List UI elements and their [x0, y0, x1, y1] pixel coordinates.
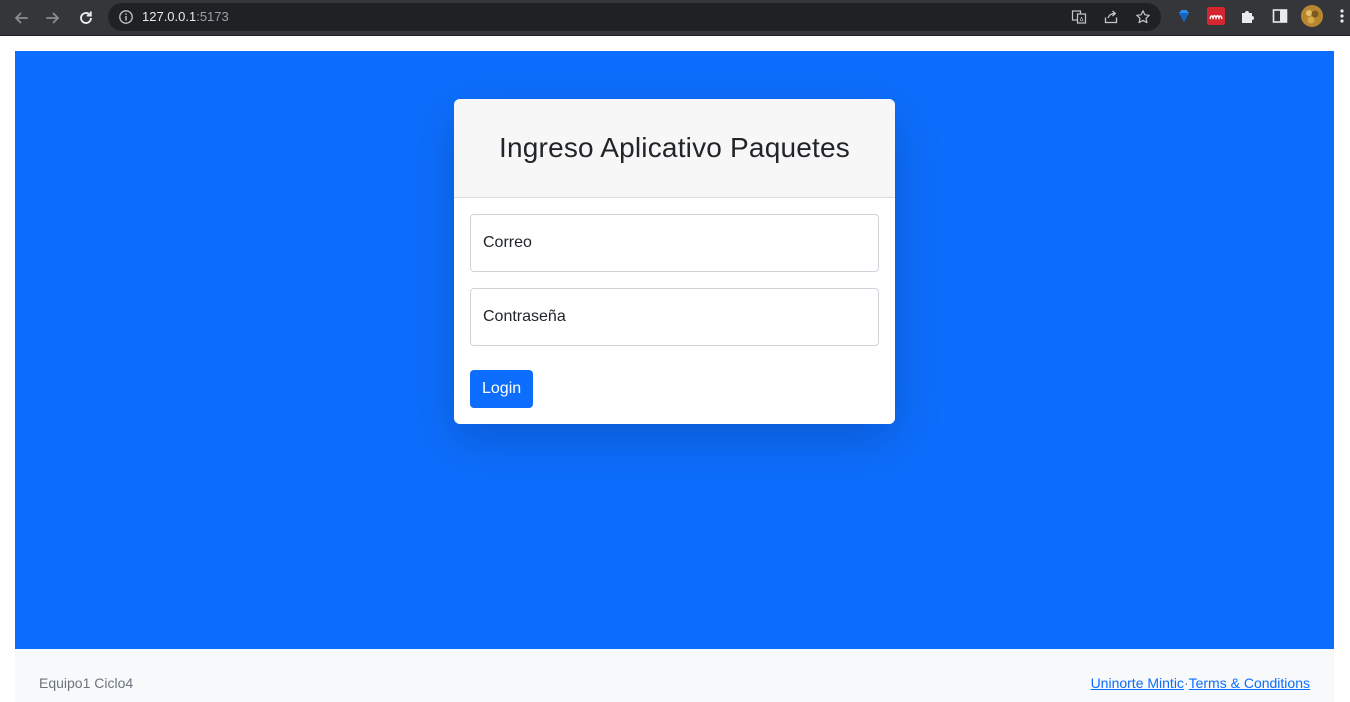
info-icon[interactable]	[118, 9, 134, 25]
page-viewport: Ingreso Aplicativo Paquetes Login Equipo…	[0, 36, 1350, 702]
card-body: Login	[454, 198, 895, 424]
kebab-menu-icon[interactable]	[1334, 6, 1350, 26]
forward-arrow-icon[interactable]	[41, 6, 65, 30]
gem-extension-icon[interactable]	[1174, 6, 1194, 26]
password-field[interactable]	[470, 288, 879, 346]
hero-section: Ingreso Aplicativo Paquetes Login	[15, 51, 1334, 649]
uninorte-mintic-link[interactable]: Uninorte Mintic	[1091, 675, 1184, 691]
side-panel-icon[interactable]	[1270, 6, 1290, 26]
footer: Equipo1 Ciclo4 Uninorte Mintic·Terms & C…	[15, 649, 1334, 702]
login-button[interactable]: Login	[470, 370, 534, 408]
login-card: Ingreso Aplicativo Paquetes Login	[454, 99, 895, 424]
share-icon[interactable]	[1102, 8, 1120, 26]
browser-toolbar: 127.0.0.1:5173 A	[0, 0, 1350, 36]
reload-icon[interactable]	[74, 6, 98, 30]
url-host: 127.0.0.1	[142, 9, 197, 24]
card-header: Ingreso Aplicativo Paquetes	[454, 99, 895, 198]
email-field[interactable]	[470, 214, 879, 272]
translate-icon[interactable]: A	[1070, 8, 1088, 26]
mendeley-extension-icon[interactable]	[1206, 6, 1226, 26]
card-title: Ingreso Aplicativo Paquetes	[499, 132, 850, 163]
star-icon[interactable]	[1134, 8, 1152, 26]
footer-links: Uninorte Mintic·Terms & Conditions	[1091, 675, 1310, 691]
url-text: 127.0.0.1:5173	[142, 9, 229, 25]
puzzle-icon[interactable]	[1238, 6, 1258, 26]
profile-avatar[interactable]	[1301, 5, 1323, 27]
url-port: :5173	[196, 9, 229, 24]
terms-link[interactable]: Terms & Conditions	[1189, 675, 1310, 691]
address-bar[interactable]: 127.0.0.1:5173 A	[108, 3, 1161, 31]
back-arrow-icon[interactable]	[9, 6, 33, 30]
footer-team-text: Equipo1 Ciclo4	[39, 675, 134, 691]
